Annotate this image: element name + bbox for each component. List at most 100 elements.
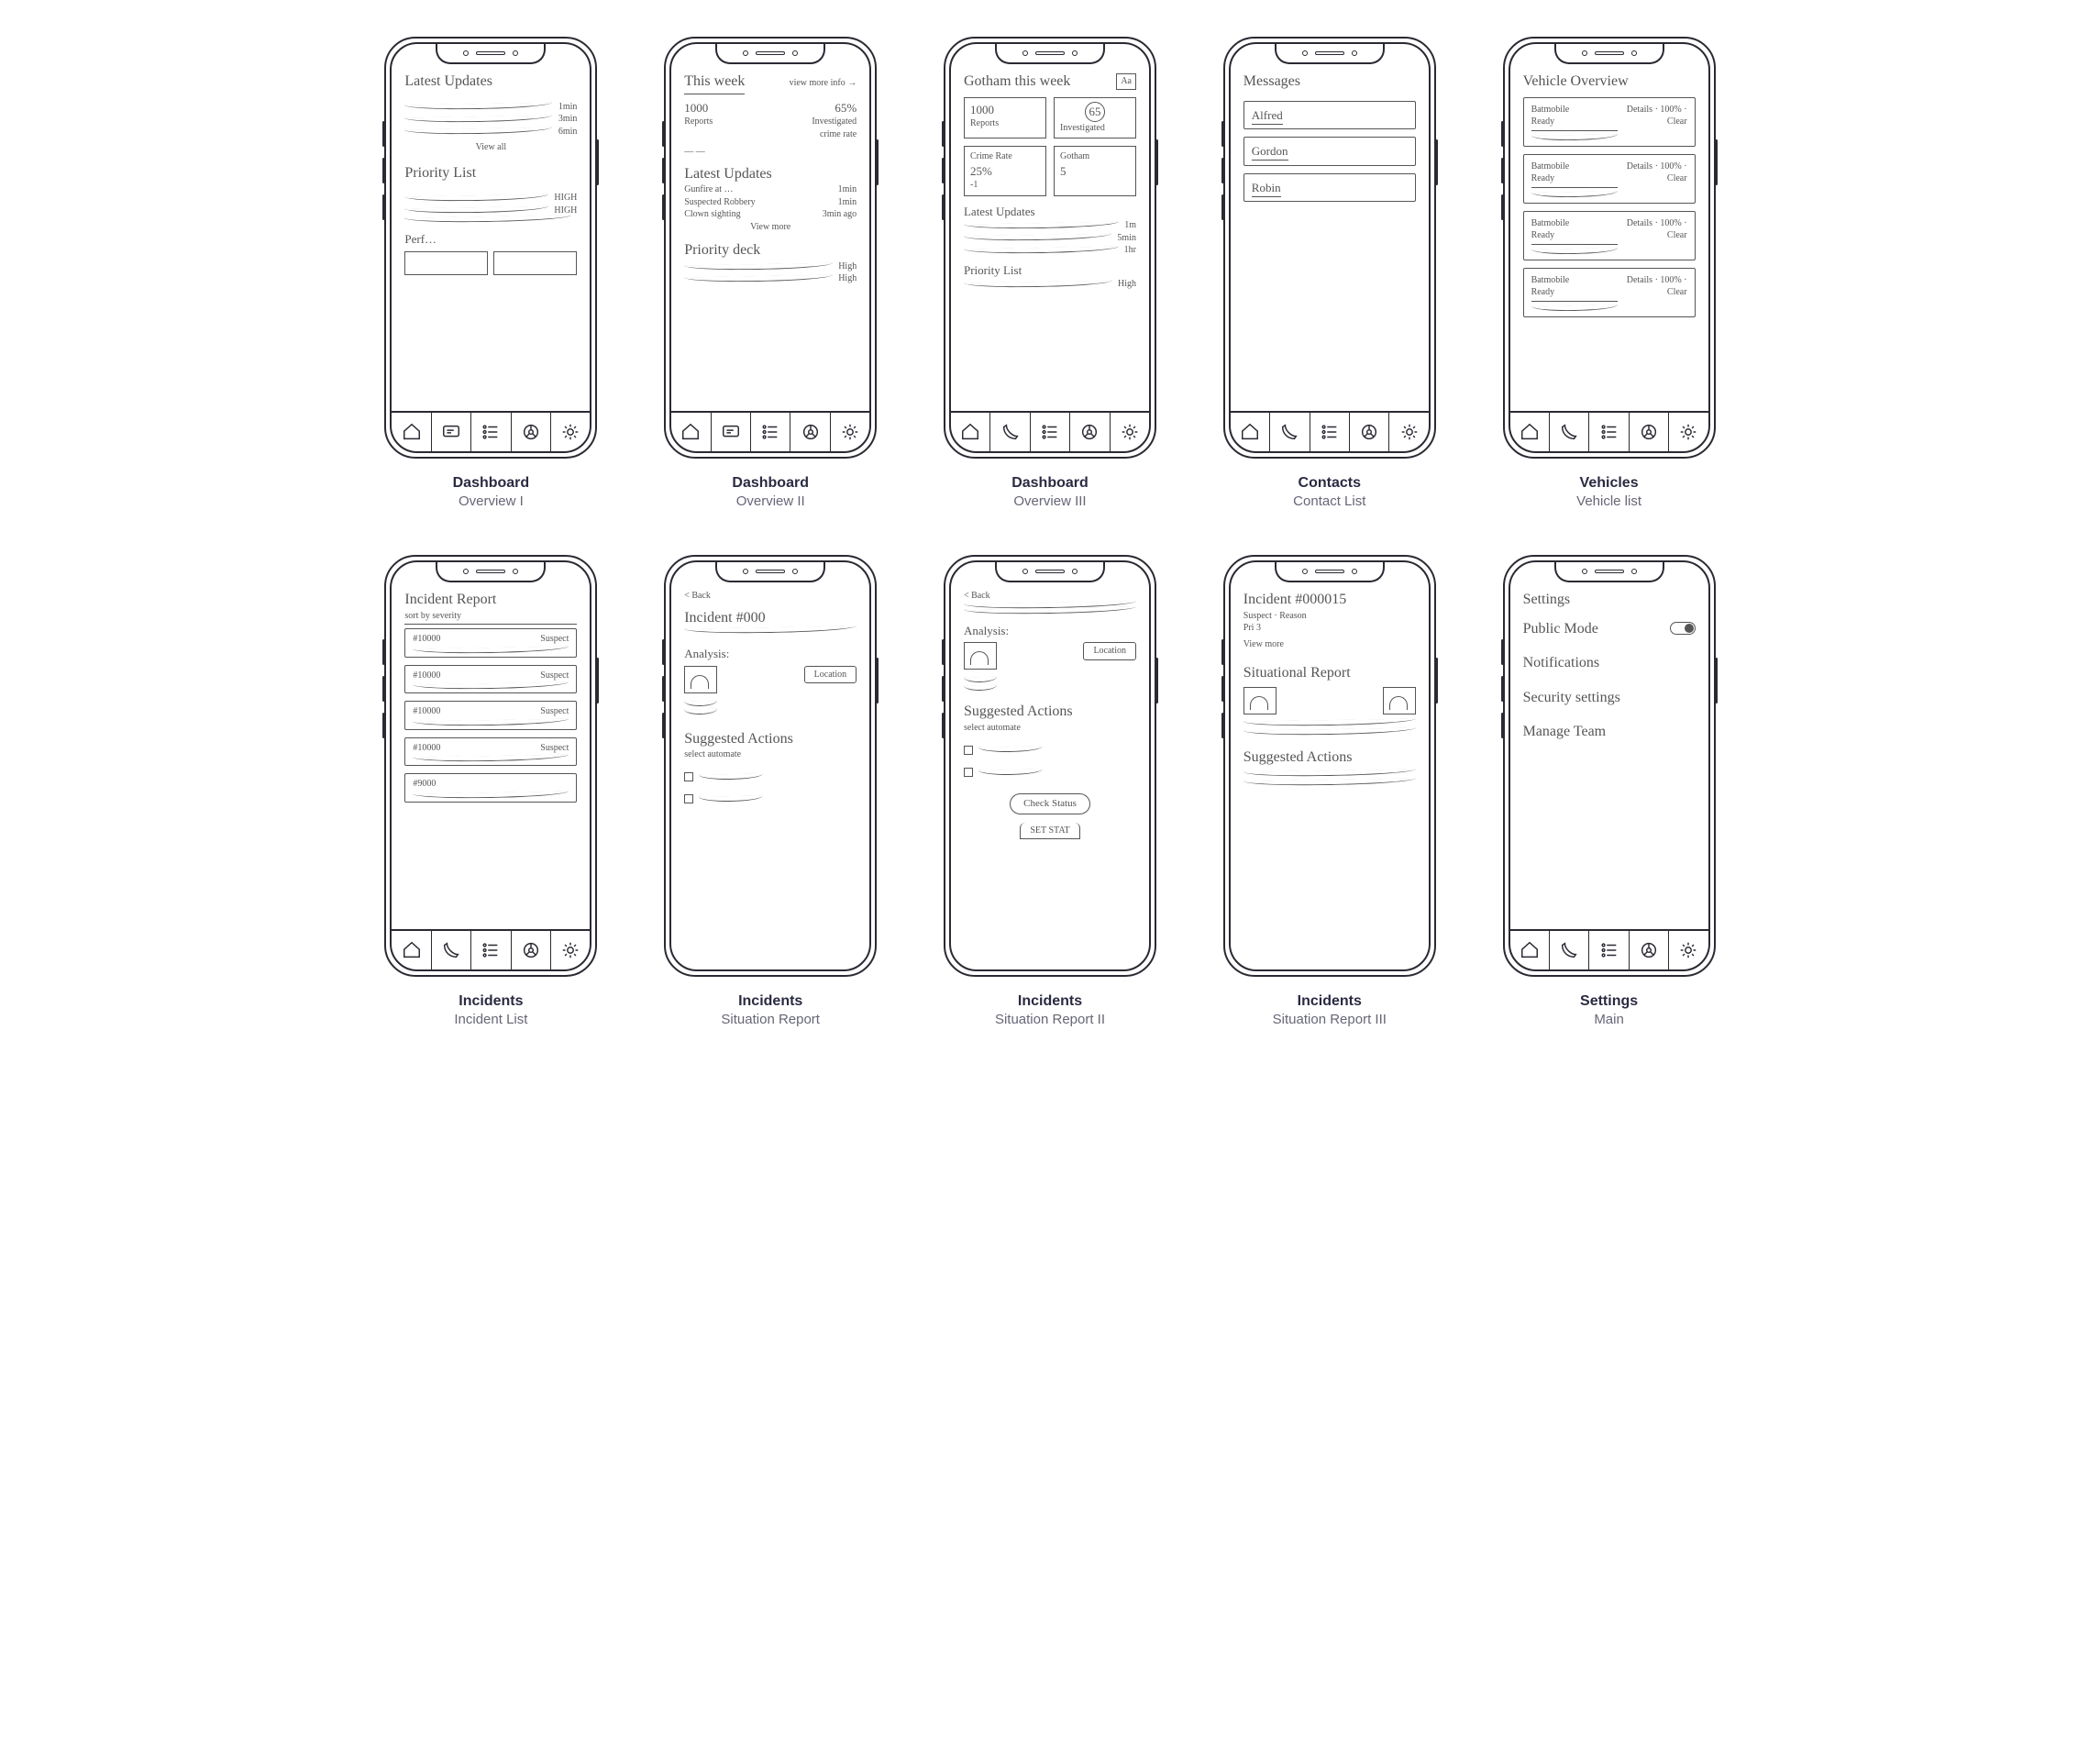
heading-priority-deck: Priority deck [684, 240, 857, 260]
caption-subtitle: Overview III [1011, 493, 1089, 509]
tab-gear[interactable] [1669, 931, 1708, 969]
tab-wheel[interactable] [1630, 413, 1669, 451]
tab-list[interactable] [471, 413, 511, 451]
tab-wheel[interactable] [790, 413, 830, 451]
vehicle-card[interactable]: Batmobile Ready Details · 100% · Clear [1523, 154, 1696, 204]
tab-home[interactable] [1510, 413, 1550, 451]
list-item[interactable]: Clown sighting3min ago [684, 208, 857, 221]
vehicle-card[interactable]: Batmobile Ready Details · 100% · Clear [1523, 97, 1696, 147]
tab-wheel[interactable] [512, 413, 551, 451]
wireframe-cell: Incident Report sort by severity #10000S… [362, 555, 620, 1027]
list-item: High [684, 260, 857, 273]
checkbox-icon[interactable] [684, 794, 693, 803]
action-item[interactable] [964, 764, 1136, 779]
list-item: 6min [404, 126, 577, 138]
tab-list[interactable] [1031, 413, 1070, 451]
phone-notch [995, 44, 1105, 64]
wireframe-cell: Messages Alfred Gordon Robin Contacts Co [1200, 37, 1458, 509]
tab-home[interactable] [392, 931, 431, 969]
action-item[interactable] [684, 791, 857, 805]
tab-list[interactable] [471, 931, 511, 969]
tab-home[interactable] [1231, 413, 1270, 451]
set-status-button[interactable]: SET STAT [1020, 823, 1079, 840]
list-item[interactable]: Suspected Robbery1min [684, 196, 857, 209]
tab-home[interactable] [1510, 931, 1550, 969]
view-more-link[interactable]: View more [1243, 638, 1416, 651]
incident-card[interactable]: #10000Suspect [404, 701, 577, 730]
phone-notch [715, 562, 825, 582]
tab-gear[interactable] [551, 931, 590, 969]
tab-wheel[interactable] [512, 931, 551, 969]
tab-wheel[interactable] [1070, 413, 1110, 451]
stat-row: 100065% [684, 100, 857, 116]
wireframe-cell: Latest Updates 1min 3min 6min View all P… [362, 37, 620, 509]
screen: Vehicle Overview Batmobile Ready Details… [1510, 44, 1708, 411]
tab-home[interactable] [392, 413, 431, 451]
caption-title: Vehicles [1576, 475, 1641, 492]
phone-frame: Gotham this week Aa 1000 Reports 65 [944, 37, 1156, 459]
tab-home[interactable] [671, 413, 711, 451]
wireframe-cell: Gotham this week Aa 1000 Reports 65 [922, 37, 1179, 509]
location-button[interactable]: Location [804, 666, 857, 684]
settings-item[interactable]: Manage Team [1523, 722, 1696, 742]
list-item[interactable]: Gunfire at …1min [684, 183, 857, 196]
sort-label[interactable]: sort by severity [404, 610, 577, 626]
screen: Incident #000015 Suspect · Reason Pri 3 … [1231, 562, 1429, 969]
contact-card[interactable]: Robin [1243, 173, 1416, 203]
tab-gear[interactable] [551, 413, 590, 451]
tab-chat[interactable] [712, 413, 751, 451]
caption-title: Settings [1580, 993, 1638, 1010]
contact-card[interactable]: Alfred [1243, 101, 1416, 130]
vehicle-card[interactable]: Batmobile Ready Details · 100% · Clear [1523, 268, 1696, 317]
tab-list[interactable] [1589, 413, 1629, 451]
tab-bar [951, 411, 1149, 451]
stat-card[interactable]: 1000 Reports [964, 97, 1046, 139]
incident-card[interactable]: #9000 [404, 773, 577, 803]
back-link[interactable]: < Back [964, 590, 1136, 603]
tab-gear[interactable] [831, 413, 869, 451]
stat-card[interactable]: Gotham 5 [1054, 146, 1136, 196]
stat-card[interactable]: 65 Investigated [1054, 97, 1136, 139]
tab-phone[interactable] [432, 931, 471, 969]
phone-notch [1554, 562, 1664, 582]
location-button[interactable]: Location [1083, 642, 1136, 660]
tab-list[interactable] [751, 413, 790, 451]
tab-phone[interactable] [1550, 413, 1589, 451]
tab-gear[interactable] [1389, 413, 1428, 451]
heading-suggested: Suggested Actions [684, 729, 857, 749]
tab-list[interactable] [1589, 931, 1629, 969]
view-more-link[interactable]: View more [684, 221, 857, 234]
tab-phone[interactable] [1270, 413, 1310, 451]
tab-chat[interactable] [432, 413, 471, 451]
status-button[interactable]: Check Status [1010, 793, 1090, 814]
tab-phone[interactable] [990, 413, 1030, 451]
checkbox-icon[interactable] [964, 768, 973, 777]
view-all-link[interactable]: View all [404, 141, 577, 154]
toggle-icon[interactable] [1670, 622, 1696, 635]
incident-card[interactable]: #10000Suspect [404, 628, 577, 658]
heading-latest-updates: Latest Updates [684, 164, 857, 184]
caption-title: Dashboard [453, 475, 530, 492]
checkbox-icon[interactable] [684, 772, 693, 781]
vehicle-card[interactable]: Batmobile Ready Details · 100% · Clear [1523, 211, 1696, 260]
view-more-link[interactable]: view more info → [790, 77, 857, 90]
tab-home[interactable] [951, 413, 990, 451]
contact-card[interactable]: Gordon [1243, 137, 1416, 166]
tab-list[interactable] [1310, 413, 1350, 451]
tab-gear[interactable] [1111, 413, 1149, 451]
settings-item[interactable]: Notifications [1523, 653, 1696, 673]
back-link[interactable]: < Back [684, 590, 857, 603]
tab-wheel[interactable] [1630, 931, 1669, 969]
settings-item[interactable]: Security settings [1523, 688, 1696, 708]
tab-wheel[interactable] [1350, 413, 1389, 451]
incident-card[interactable]: #10000Suspect [404, 665, 577, 694]
action-item[interactable] [964, 741, 1136, 756]
badge-aa[interactable]: Aa [1116, 73, 1136, 90]
tab-phone[interactable] [1550, 931, 1589, 969]
incident-card[interactable]: #10000Suspect [404, 737, 577, 767]
tab-gear[interactable] [1669, 413, 1708, 451]
stat-card[interactable]: Crime Rate 25% -1 [964, 146, 1046, 196]
settings-item[interactable]: Public Mode [1523, 619, 1696, 639]
action-item[interactable] [684, 769, 857, 783]
checkbox-icon[interactable] [964, 746, 973, 755]
